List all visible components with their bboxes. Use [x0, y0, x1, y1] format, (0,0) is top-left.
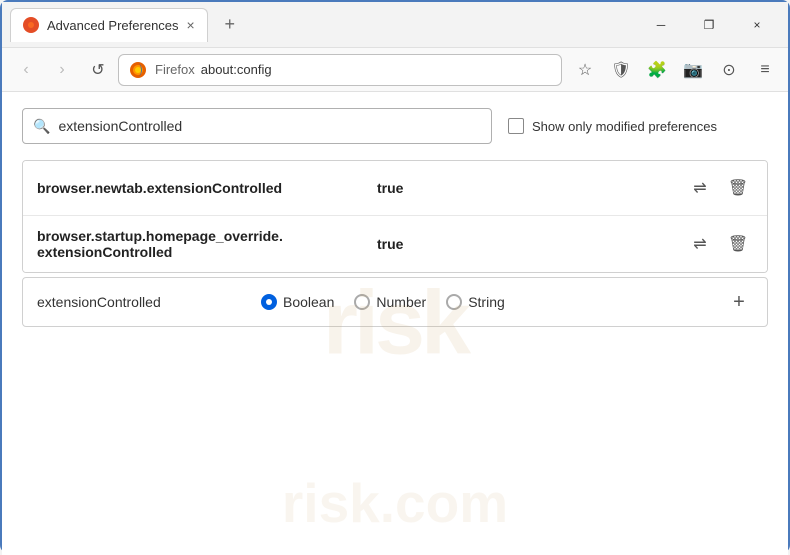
modified-prefs-checkbox[interactable]	[508, 118, 524, 134]
close-button[interactable]: ×	[734, 9, 780, 41]
screenshot-icon: 📷	[683, 60, 703, 80]
toggle-icon-2: ⇌	[693, 234, 706, 254]
pref-value-2: true	[377, 236, 685, 252]
new-tab-button[interactable]: +	[216, 11, 244, 39]
forward-icon: ›	[59, 61, 64, 79]
tab-favicon	[23, 17, 39, 33]
nav-bar: ‹ › ↺ Firefox about:config ☆ 🛡 🧩	[2, 48, 788, 92]
delete-button-1[interactable]: 🗑	[723, 173, 753, 203]
firefox-logo	[129, 61, 147, 79]
delete-button-2[interactable]: 🗑	[723, 229, 753, 259]
back-icon: ‹	[23, 61, 28, 79]
new-pref-row: extensionControlled Boolean Number Strin…	[22, 277, 768, 327]
table-row: browser.newtab.extensionControlled true …	[23, 161, 767, 216]
screenshot-button[interactable]: 📷	[678, 55, 708, 85]
shield-icon: 🛡	[611, 60, 631, 80]
shield-button[interactable]: 🛡	[606, 55, 636, 85]
type-radio-group: Boolean Number String	[261, 294, 505, 310]
watermark-bottom: risk.com	[282, 471, 508, 535]
tab-title: Advanced Preferences	[47, 18, 179, 33]
address-bar[interactable]: Firefox about:config	[118, 54, 562, 86]
menu-button[interactable]: ≡	[750, 55, 780, 85]
reload-icon: ↺	[91, 60, 104, 80]
account-button[interactable]: ⊙	[714, 55, 744, 85]
add-pref-button[interactable]: +	[725, 288, 753, 316]
delete-icon-2: 🗑	[728, 234, 748, 254]
radio-number-label: Number	[376, 294, 426, 310]
tab-close-button[interactable]: ×	[187, 18, 195, 32]
window-controls: ─ ❐ ×	[638, 9, 780, 41]
menu-icon: ≡	[760, 61, 769, 79]
radio-string[interactable]: String	[446, 294, 505, 310]
extensions-button[interactable]: 🧩	[642, 55, 672, 85]
search-row: 🔍 Show only modified preferences	[22, 108, 768, 144]
pref-value-1: true	[377, 180, 685, 196]
bookmark-button[interactable]: ☆	[570, 55, 600, 85]
pref-name-2: browser.startup.homepage_override. exten…	[37, 228, 377, 260]
pref-name-line2: extensionControlled	[37, 244, 172, 260]
radio-boolean-outer[interactable]	[261, 294, 277, 310]
radio-boolean[interactable]: Boolean	[261, 294, 334, 310]
address-text: Firefox about:config	[155, 62, 272, 77]
reload-button[interactable]: ↺	[82, 54, 114, 86]
pref-name-1: browser.newtab.extensionControlled	[37, 180, 377, 196]
forward-button[interactable]: ›	[46, 54, 78, 86]
delete-icon-1: 🗑	[728, 178, 748, 198]
modified-prefs-filter[interactable]: Show only modified preferences	[508, 118, 717, 134]
back-button[interactable]: ‹	[10, 54, 42, 86]
nav-toolbar: ☆ 🛡 🧩 📷 ⊙ ≡	[570, 55, 780, 85]
radio-string-label: String	[468, 294, 505, 310]
row-actions-1: ⇌ 🗑	[685, 173, 753, 203]
account-icon: ⊙	[722, 60, 735, 80]
radio-number-outer[interactable]	[354, 294, 370, 310]
radio-number[interactable]: Number	[354, 294, 426, 310]
results-table: browser.newtab.extensionControlled true …	[22, 160, 768, 273]
bookmark-icon: ☆	[578, 60, 592, 80]
title-bar: Advanced Preferences × + ─ ❐ ×	[2, 2, 788, 48]
site-name: Firefox	[155, 62, 195, 77]
row-actions-2: ⇌ 🗑	[685, 229, 753, 259]
table-row: browser.startup.homepage_override. exten…	[23, 216, 767, 272]
search-icon: 🔍	[33, 118, 50, 135]
radio-boolean-inner	[266, 299, 272, 305]
search-input[interactable]	[58, 118, 481, 134]
minimize-button[interactable]: ─	[638, 9, 684, 41]
extension-icon: 🧩	[647, 60, 667, 80]
restore-button[interactable]: ❐	[686, 9, 732, 41]
pref-name-line1: browser.startup.homepage_override.	[37, 228, 283, 244]
modified-prefs-label: Show only modified preferences	[532, 119, 717, 134]
content-area: risk risk.com 🔍 Show only modified prefe…	[2, 92, 788, 555]
toggle-button-1[interactable]: ⇌	[685, 173, 715, 203]
toggle-button-2[interactable]: ⇌	[685, 229, 715, 259]
toggle-icon-1: ⇌	[693, 178, 706, 198]
new-pref-name: extensionControlled	[37, 294, 237, 310]
radio-string-outer[interactable]	[446, 294, 462, 310]
search-box[interactable]: 🔍	[22, 108, 492, 144]
radio-boolean-label: Boolean	[283, 294, 334, 310]
address-path: about:config	[201, 62, 272, 77]
browser-tab[interactable]: Advanced Preferences ×	[10, 8, 208, 42]
